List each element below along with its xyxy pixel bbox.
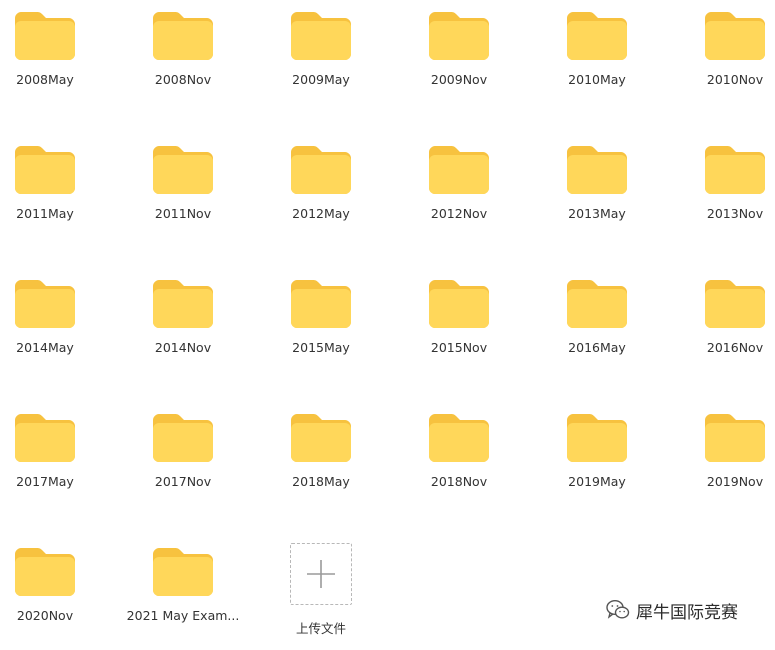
folder-item[interactable]: 2017May	[0, 402, 110, 512]
folder-name: 2012May	[292, 206, 350, 221]
folder-item[interactable]: 2016Nov	[670, 268, 775, 378]
folder-name: 2013May	[568, 206, 626, 221]
folder-icon	[291, 146, 351, 194]
folder-item[interactable]: 2010May	[532, 0, 662, 110]
folder-icon	[153, 280, 213, 328]
folder-icon	[429, 12, 489, 60]
folder-name: 2018Nov	[430, 474, 488, 489]
folder-name: 2010May	[568, 72, 626, 87]
folder-icon	[15, 414, 75, 462]
folder-item[interactable]: 2008Nov	[118, 0, 248, 110]
folder-icon	[705, 12, 765, 60]
folder-icon	[291, 280, 351, 328]
folder-name: 2013Nov	[706, 206, 764, 221]
folder-icon	[153, 146, 213, 194]
folder-name: 2009May	[292, 72, 350, 87]
folder-item[interactable]: 2015Nov	[394, 268, 524, 378]
folder-name: 2014May	[16, 340, 74, 355]
folder-name: 2021 May Exam...	[126, 608, 240, 623]
folder-icon	[15, 548, 75, 596]
folder-item[interactable]: 2021 May Exam...	[118, 536, 248, 646]
folder-name: 2015Nov	[430, 340, 488, 355]
folder-name: 2010Nov	[706, 72, 764, 87]
folder-name: 2012Nov	[430, 206, 488, 221]
upload-file-button[interactable]: 上传文件	[256, 540, 386, 650]
folder-name: 2016Nov	[706, 340, 764, 355]
upload-label: 上传文件	[295, 621, 346, 636]
folder-name: 2017Nov	[154, 474, 212, 489]
folder-item[interactable]: 2016May	[532, 268, 662, 378]
folder-icon	[567, 280, 627, 328]
folder-icon	[15, 12, 75, 60]
folder-item[interactable]: 2009May	[256, 0, 386, 110]
folder-icon	[153, 12, 213, 60]
folder-icon	[291, 414, 351, 462]
folder-item[interactable]: 2013Nov	[670, 134, 775, 244]
folder-item[interactable]: 2020Nov	[0, 536, 110, 646]
folder-name: 2017May	[16, 474, 74, 489]
folder-item[interactable]: 2018May	[256, 402, 386, 512]
folder-name: 2011May	[16, 206, 74, 221]
folder-name: 2018May	[292, 474, 350, 489]
folder-name: 2015May	[292, 340, 350, 355]
folder-item[interactable]: 2018Nov	[394, 402, 524, 512]
folder-item[interactable]: 2019Nov	[670, 402, 775, 512]
folder-icon	[429, 280, 489, 328]
folder-icon	[153, 414, 213, 462]
folder-item[interactable]: 2015May	[256, 268, 386, 378]
folder-item[interactable]: 2010Nov	[670, 0, 775, 110]
folder-icon	[567, 414, 627, 462]
folder-item[interactable]: 2011May	[0, 134, 110, 244]
folder-icon	[567, 12, 627, 60]
folder-item[interactable]: 2012May	[256, 134, 386, 244]
folder-name: 2008Nov	[154, 72, 212, 87]
folder-name: 2016May	[568, 340, 626, 355]
file-grid: 2008May 2008Nov 2009May 2009Nov 2010May …	[0, 0, 775, 642]
folder-item[interactable]: 2009Nov	[394, 0, 524, 110]
folder-icon	[705, 414, 765, 462]
folder-icon	[291, 12, 351, 60]
folder-item[interactable]: 2014Nov	[118, 268, 248, 378]
wechat-icon	[606, 599, 630, 621]
folder-name: 2011Nov	[154, 206, 212, 221]
folder-icon	[705, 280, 765, 328]
folder-item[interactable]: 2011Nov	[118, 134, 248, 244]
upload-drop-zone[interactable]	[290, 543, 352, 605]
folder-item[interactable]: 2019May	[532, 402, 662, 512]
folder-icon	[567, 146, 627, 194]
folder-item[interactable]: 2014May	[0, 268, 110, 378]
folder-name: 2019May	[568, 474, 626, 489]
folder-name: 2020Nov	[16, 608, 74, 623]
folder-name: 2009Nov	[430, 72, 488, 87]
watermark-text: 犀牛国际竞赛	[636, 602, 738, 623]
folder-name: 2019Nov	[706, 474, 764, 489]
folder-item[interactable]: 2012Nov	[394, 134, 524, 244]
folder-icon	[429, 146, 489, 194]
folder-icon	[15, 146, 75, 194]
folder-icon	[705, 146, 765, 194]
folder-item[interactable]: 2008May	[0, 0, 110, 110]
folder-icon	[15, 280, 75, 328]
plus-icon	[307, 560, 335, 588]
watermark: 犀牛国际竞赛	[606, 596, 738, 624]
folder-item[interactable]: 2013May	[532, 134, 662, 244]
folder-name: 2008May	[16, 72, 74, 87]
folder-item[interactable]: 2017Nov	[118, 402, 248, 512]
folder-icon	[429, 414, 489, 462]
folder-name: 2014Nov	[154, 340, 212, 355]
folder-icon	[153, 548, 213, 596]
